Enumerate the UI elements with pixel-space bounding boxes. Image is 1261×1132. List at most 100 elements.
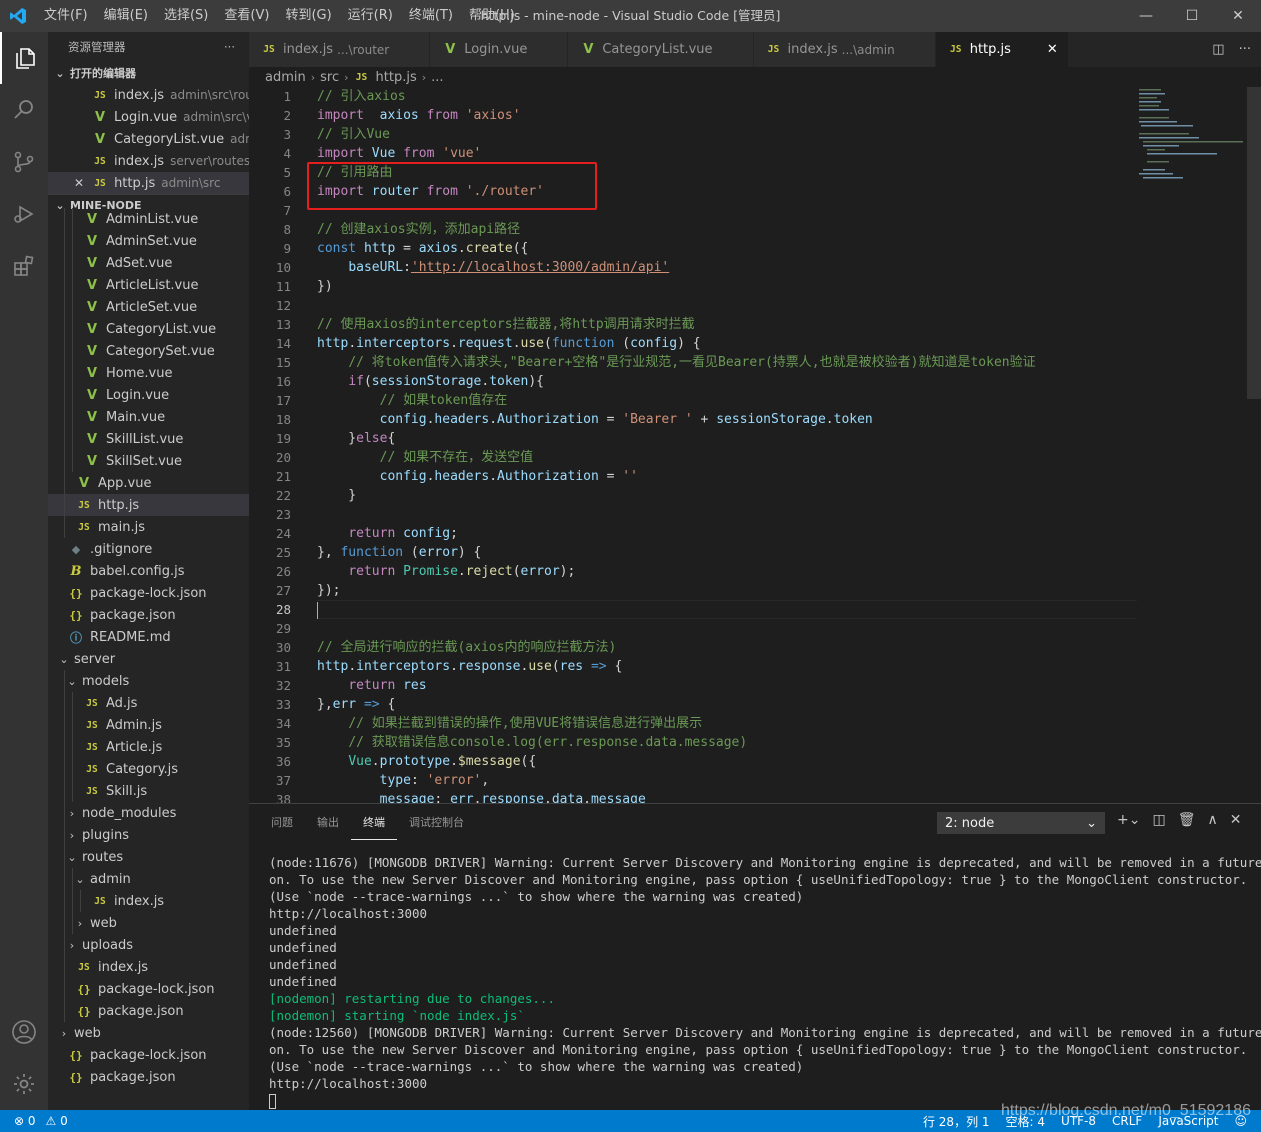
tree-item[interactable]: ⌄ routes (48, 846, 249, 868)
source-control-icon[interactable] (0, 136, 48, 188)
code-line[interactable]: import axios from 'axios' (317, 106, 1137, 125)
editor-tab[interactable]: JS index.js ...\admin (753, 32, 936, 67)
close-tab-icon[interactable]: ✕ (1047, 42, 1058, 57)
tree-item[interactable]: V CategoryList.vue (48, 318, 249, 340)
terminal-output[interactable]: (node:11676) [MONGODB DRIVER] Warning: C… (269, 854, 1261, 1109)
code-line[interactable]: config.headers.Authorization = 'Bearer '… (317, 410, 1137, 429)
tree-item[interactable]: › web (48, 1022, 249, 1044)
code-line[interactable] (317, 619, 1137, 638)
minimap[interactable] (1137, 87, 1247, 803)
tree-item[interactable]: V CategorySet.vue (48, 340, 249, 362)
code-line[interactable]: return Promise.reject(error); (317, 562, 1137, 581)
breadcrumb-src[interactable]: src (320, 70, 339, 85)
tree-item[interactable]: {} package.json (48, 604, 249, 626)
tree-item[interactable]: V AdminSet.vue (48, 230, 249, 252)
tree-item[interactable]: {} package.json (48, 1066, 249, 1088)
code-line[interactable]: type: 'error', (317, 771, 1137, 790)
code-area[interactable]: // 引入axios import axios from 'axios' // 引入… (317, 87, 1137, 803)
code-line[interactable]: import Vue from 'vue' (317, 144, 1137, 163)
tree-item[interactable]: › uploads (48, 934, 249, 956)
tree-item[interactable]: V AdSet.vue (48, 252, 249, 274)
code-line[interactable]: // 引用路由 (317, 163, 1137, 182)
code-line[interactable]: // 如果拦截到错误的操作,使用VUE将错误信息进行弹出展示 (317, 714, 1137, 733)
minimize-button[interactable]: — (1123, 0, 1169, 32)
tree-item[interactable]: JS Admin.js (48, 714, 249, 736)
menu-item[interactable]: 终端(T) (401, 0, 461, 32)
editor-tab[interactable]: V CategoryList.vue (568, 32, 754, 67)
editor-scrollbar[interactable] (1247, 87, 1261, 803)
code-line[interactable]: message: err.response.data.message (317, 790, 1137, 803)
settings-gear-icon[interactable] (0, 1058, 48, 1110)
code-line[interactable]: const http = axios.create({ (317, 239, 1137, 258)
editor-tab[interactable]: JS index.js ...\router (249, 32, 431, 67)
tree-item[interactable]: V Login.vue (48, 384, 249, 406)
breadcrumb-symbol[interactable]: ... (431, 70, 443, 85)
menu-item[interactable]: 选择(S) (156, 0, 216, 32)
open-editor-item[interactable]: ✕ JS http.js admin\src (48, 172, 249, 194)
menu-item[interactable]: 编辑(E) (96, 0, 156, 32)
close-icon[interactable]: ✕ (74, 176, 84, 190)
language-mode[interactable]: JavaScript (1158, 1114, 1218, 1128)
account-icon[interactable] (0, 1006, 48, 1058)
code-line[interactable]: baseURL:'http://localhost:3000/admin/api… (317, 258, 1137, 277)
tree-item[interactable]: V SkillList.vue (48, 428, 249, 450)
code-line[interactable]: if(sessionStorage.token){ (317, 372, 1137, 391)
code-line[interactable]: },err => { (317, 695, 1137, 714)
tree-item[interactable]: V SkillSet.vue (48, 450, 249, 472)
tree-item[interactable]: JS Article.js (48, 736, 249, 758)
editor-tab[interactable]: JS http.js ✕ (935, 32, 1069, 67)
editor-tab[interactable]: V Login.vue (430, 32, 569, 67)
explorer-icon[interactable] (0, 32, 48, 84)
code-line[interactable]: // 引入Vue (317, 125, 1137, 144)
search-icon[interactable] (0, 84, 48, 136)
code-line[interactable]: return config; (317, 524, 1137, 543)
tree-item[interactable]: V AdminList.vue (48, 208, 249, 230)
open-editor-item[interactable]: V CategoryList.vue admi... (48, 128, 249, 150)
menu-item[interactable]: 查看(V) (216, 0, 277, 32)
code-line[interactable]: http.interceptors.request.use(function (… (317, 334, 1137, 353)
editor-scrollbar-thumb[interactable] (1247, 87, 1261, 399)
tree-item[interactable]: {} package-lock.json (48, 978, 249, 1000)
close-window-button[interactable]: ✕ (1215, 0, 1261, 32)
open-editor-item[interactable]: V Login.vue admin\src\vi... (48, 106, 249, 128)
split-terminal-icon[interactable]: ◫ (1152, 812, 1165, 828)
code-line[interactable] (317, 505, 1137, 524)
panel-tab[interactable]: 终端 (351, 804, 397, 840)
tree-item[interactable]: › web (48, 912, 249, 934)
code-editor[interactable]: 1 2 3 4 5 6 7 8 9 10 11 12 13 14 15 16 17 18 19 20 21 22 23 24 2… (249, 87, 1261, 803)
menu-item[interactable]: 文件(F) (36, 0, 96, 32)
new-terminal-icon[interactable]: +⌄ (1117, 812, 1140, 828)
maximize-panel-icon[interactable]: ∧ (1207, 812, 1217, 828)
code-line[interactable]: }); (317, 581, 1137, 600)
code-line[interactable]: // 使用axios的interceptors拦截器,将http调用请求时拦截 (317, 315, 1137, 334)
code-line[interactable]: // 全局进行响应的拦截(axios内的响应拦截方法) (317, 638, 1137, 657)
menu-item[interactable]: 帮助(H) (461, 0, 523, 32)
tree-item[interactable]: ⌄ admin (48, 868, 249, 890)
terminal-prompt[interactable] (269, 1092, 1254, 1109)
code-line[interactable]: // 引入axios (317, 87, 1137, 106)
tree-item[interactable]: › plugins (48, 824, 249, 846)
split-editor-icon[interactable]: ◫ (1212, 42, 1224, 57)
tree-item[interactable]: JS Skill.js (48, 780, 249, 802)
terminal-select[interactable]: 2: node ⌄ (937, 812, 1105, 834)
code-line[interactable] (317, 296, 1137, 315)
code-line[interactable]: import router from './router' (317, 182, 1137, 201)
tree-item[interactable]: V Home.vue (48, 362, 249, 384)
open-editor-item[interactable]: JS index.js admin\src\router (48, 84, 249, 106)
run-debug-icon[interactable] (0, 188, 48, 240)
tree-item[interactable]: {} package.json (48, 1000, 249, 1022)
code-line[interactable]: // 获取错误信息console.log(err.response.data.m… (317, 733, 1137, 752)
panel-tab[interactable]: 问题 (259, 804, 305, 840)
tree-item[interactable]: V ArticleList.vue (48, 274, 249, 296)
code-line[interactable]: }else{ (317, 429, 1137, 448)
tree-item[interactable]: ◆ .gitignore (48, 538, 249, 560)
tree-item[interactable]: › node_modules (48, 802, 249, 824)
panel-tab[interactable]: 调试控制台 (397, 804, 476, 840)
breadcrumb-admin[interactable]: admin (265, 70, 306, 85)
tree-item[interactable]: JS Category.js (48, 758, 249, 780)
menu-item[interactable]: 运行(R) (340, 0, 401, 32)
warnings-count[interactable]: ⚠ 0 (46, 1114, 68, 1128)
code-line[interactable] (317, 600, 1137, 619)
indentation[interactable]: 空格: 4 (1006, 1113, 1046, 1130)
tree-item[interactable]: JS main.js (48, 516, 249, 538)
